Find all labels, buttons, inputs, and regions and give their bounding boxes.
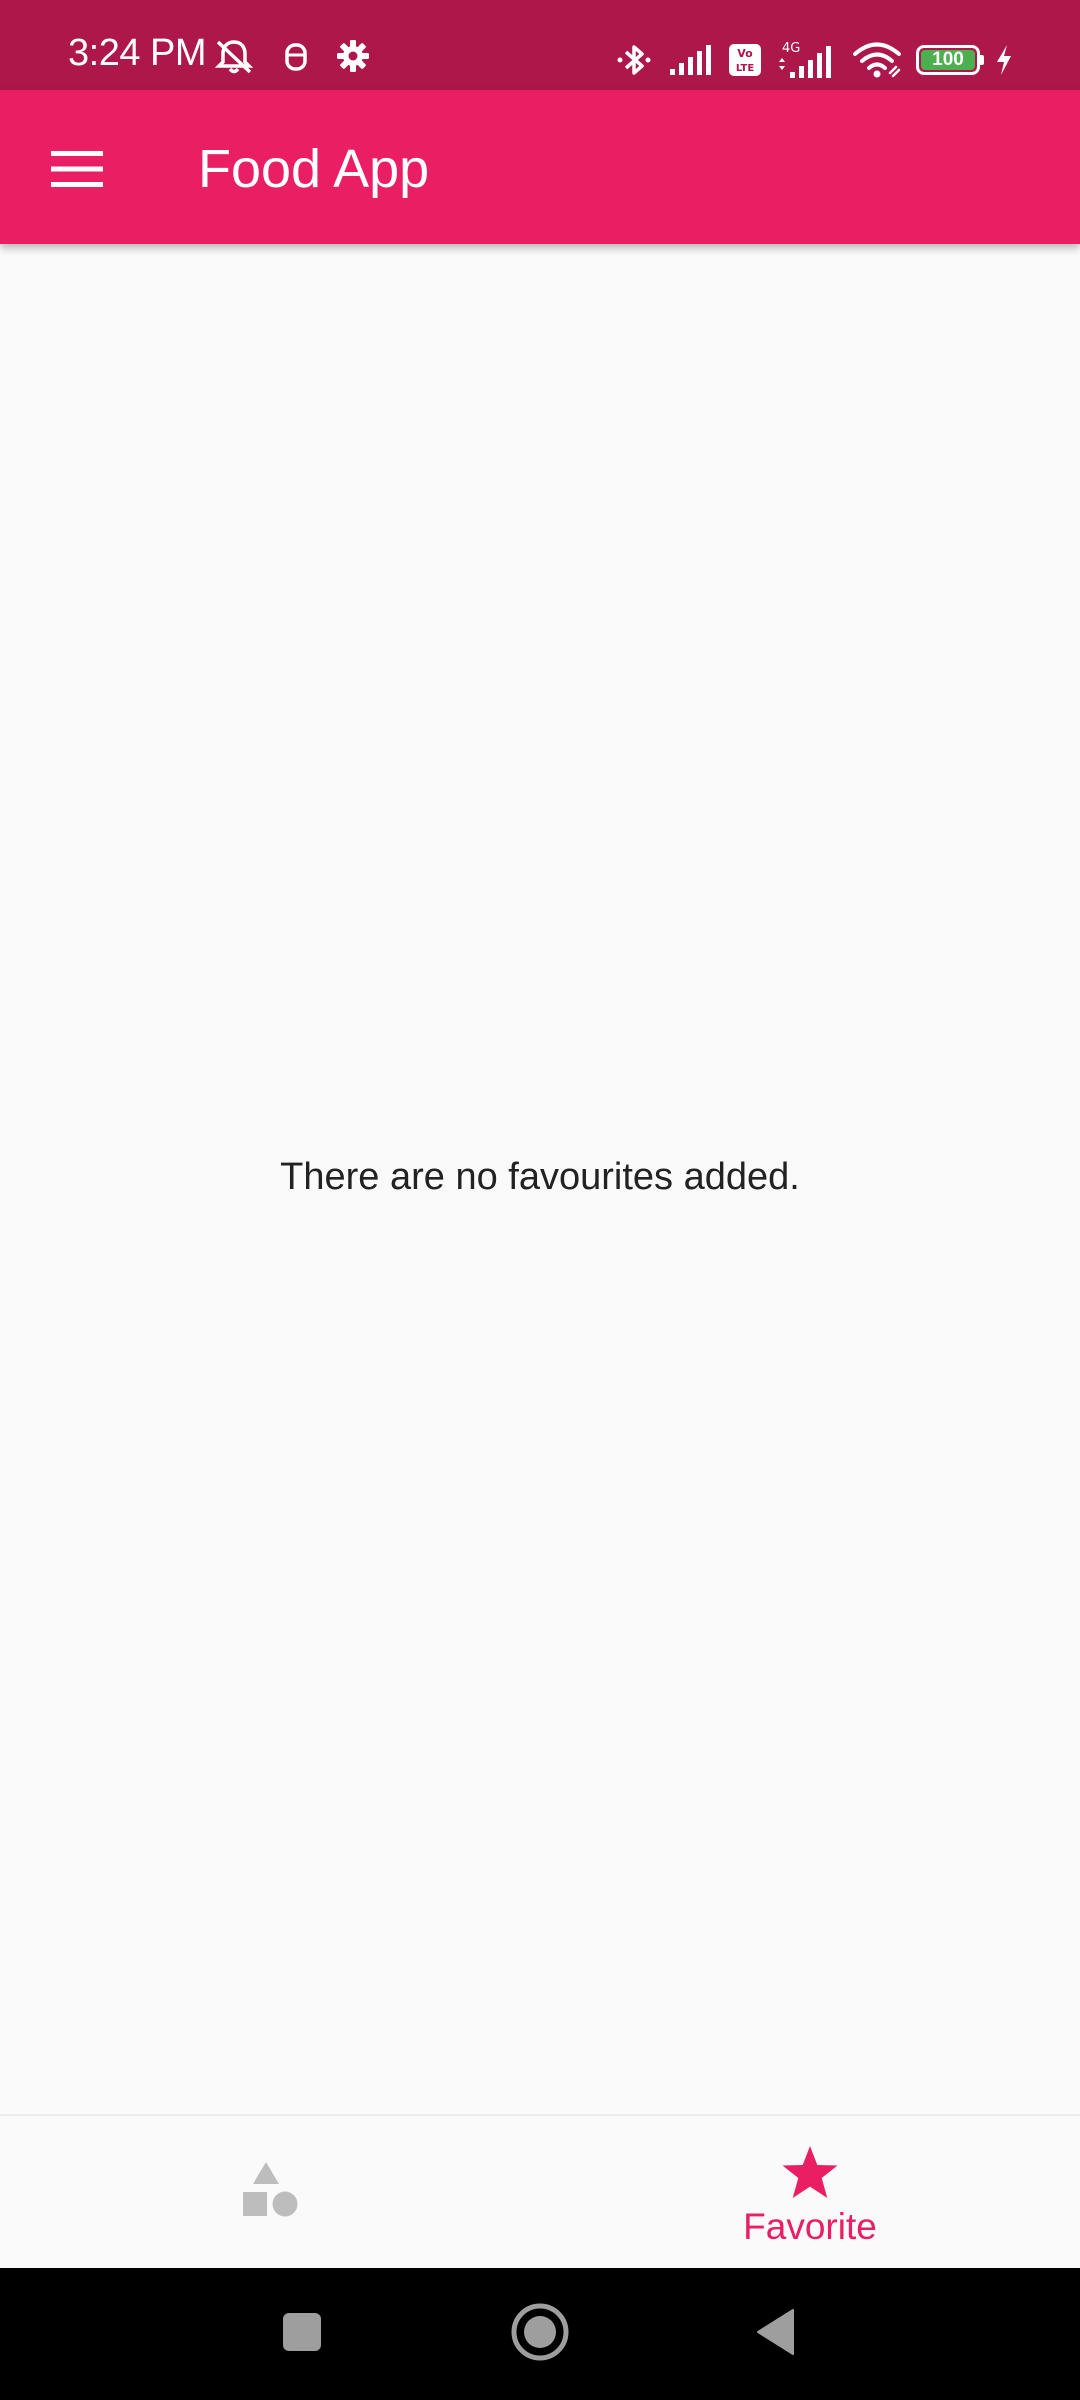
empty-state-message: There are no favourites added. [280, 1156, 800, 1198]
back-triangle-icon [755, 2308, 797, 2361]
menu-button[interactable] [36, 130, 118, 212]
app-bar: Food App [0, 90, 1080, 244]
system-navigation-bar [0, 2268, 1080, 2400]
page-title: Food App [198, 139, 430, 199]
star-icon [780, 2144, 840, 2207]
nav-label-favorite: Favorite [743, 2206, 877, 2247]
wifi-icon [852, 41, 902, 79]
bluetooth-icon [614, 40, 654, 80]
muted-bell-icon [212, 36, 256, 76]
recents-button[interactable] [266, 2298, 338, 2370]
robot-icon [282, 39, 310, 73]
favorites-content: There are no favourites added. [0, 244, 1080, 2114]
recents-square-icon [282, 2312, 322, 2357]
home-button[interactable] [504, 2298, 576, 2370]
status-bar: 3:24 PM Vo LTE 4G 100 [0, 0, 1080, 90]
battery-icon: 100 [916, 45, 984, 75]
status-time: 3:24 PM [68, 32, 207, 74]
svg-text:LTE: LTE [736, 63, 755, 74]
hamburger-menu-icon [51, 150, 103, 193]
bottom-navigation: Favorite [0, 2114, 1080, 2268]
categories-shapes-icon [241, 2160, 299, 2223]
battery-level: 100 [921, 50, 975, 70]
svg-text:4G: 4G [782, 41, 800, 56]
status-notification-icons [212, 36, 370, 76]
nav-item-categories[interactable] [0, 2116, 540, 2268]
home-circle-icon [510, 2302, 570, 2367]
svg-text:Vo: Vo [737, 47, 753, 60]
signal-strength-icon [668, 43, 714, 77]
status-system-icons: Vo LTE 4G 100 [614, 36, 1014, 84]
nav-item-favorite[interactable]: Favorite [540, 2116, 1080, 2268]
back-button[interactable] [740, 2298, 812, 2370]
settings-gear-icon [336, 39, 370, 73]
volte-icon: Vo LTE [728, 43, 762, 77]
network-4g-signal-icon: 4G [776, 40, 838, 80]
charging-bolt-icon [994, 44, 1014, 76]
